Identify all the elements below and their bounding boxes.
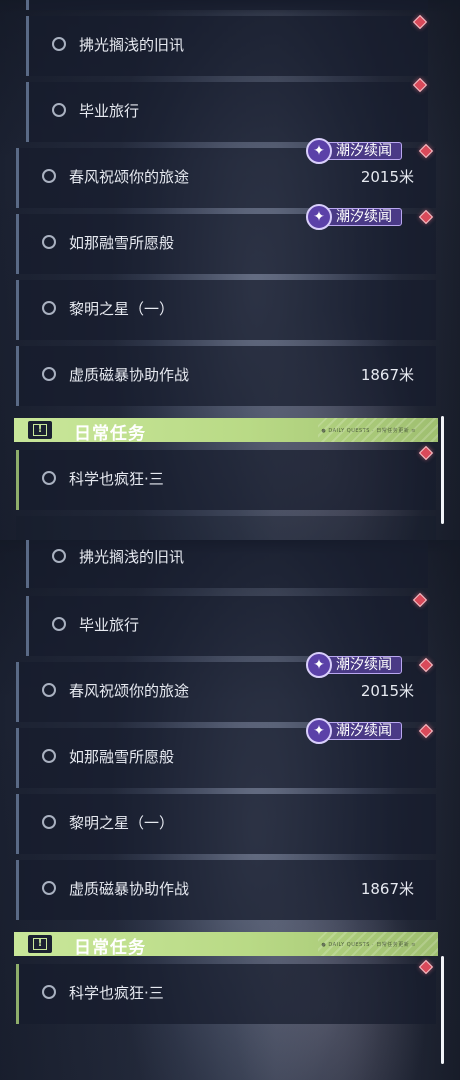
quest-list-panel-2: 拂光搁浅的旧讯 毕业旅行 春风祝颂你的旅途 2015米 如那融雪所愿般 黎明之星… bbox=[0, 540, 460, 1080]
quest-name: 毕业旅行 bbox=[79, 616, 140, 634]
quest-card-2[interactable]: 毕业旅行 bbox=[26, 82, 428, 142]
quest-card-partial-bottom bbox=[16, 516, 436, 540]
quest-card-5[interactable]: 黎明之星（一） bbox=[16, 280, 436, 340]
badge-label: 潮汐续闻 bbox=[336, 723, 392, 739]
tide-badge: ✦ 潮汐续闻 bbox=[306, 138, 404, 164]
tide-badge-icon: ✦ bbox=[306, 652, 332, 678]
quest-card-1[interactable]: 拂光搁浅的旧讯 bbox=[26, 16, 428, 76]
exclamation-box-icon: ! bbox=[28, 935, 52, 953]
scrollbar[interactable] bbox=[441, 956, 444, 1064]
circle-icon bbox=[42, 301, 56, 315]
quest-name: 拂光搁浅的旧讯 bbox=[79, 36, 185, 54]
quest-card-6[interactable]: 虚质磁暴协助作战 1867米 bbox=[16, 860, 436, 920]
tide-badge-icon: ✦ bbox=[306, 138, 332, 164]
quest-name: 虚质磁暴协助作战 bbox=[69, 366, 190, 384]
quest-card-5[interactable]: 黎明之星（一） bbox=[16, 794, 436, 854]
quest-name: 毕业旅行 bbox=[79, 102, 140, 120]
quest-name: 拂光搁浅的旧讯 bbox=[79, 548, 185, 566]
quest-name: 黎明之星（一） bbox=[69, 300, 175, 318]
quest-name: 春风祝颂你的旅途 bbox=[69, 682, 190, 700]
circle-icon bbox=[42, 169, 56, 183]
circle-icon bbox=[42, 815, 56, 829]
circle-icon bbox=[52, 37, 66, 51]
quest-name: 黎明之星（一） bbox=[69, 814, 175, 832]
circle-icon bbox=[42, 367, 56, 381]
daily-quests-title: 日常任务 bbox=[74, 938, 146, 958]
tide-badge: ✦ 潮汐续闻 bbox=[306, 652, 404, 678]
tide-badge-icon: ✦ bbox=[306, 204, 332, 230]
circle-icon bbox=[52, 103, 66, 117]
quest-card-6[interactable]: 虚质磁暴协助作战 1867米 bbox=[16, 346, 436, 406]
exclamation-box-icon: ! bbox=[28, 421, 52, 439]
circle-icon bbox=[52, 549, 66, 563]
tide-badge-icon: ✦ bbox=[306, 718, 332, 744]
daily-quest-card-1[interactable]: 科学也疯狂·三 bbox=[16, 450, 436, 510]
quest-distance: 1867米 bbox=[360, 880, 414, 898]
quest-card-partial[interactable] bbox=[26, 0, 428, 10]
quest-name: 科学也疯狂·三 bbox=[69, 470, 164, 488]
circle-icon bbox=[42, 985, 56, 999]
scrollbar[interactable] bbox=[441, 416, 444, 524]
badge-label: 潮汐续闻 bbox=[336, 657, 392, 673]
badge-label: 潮汐续闻 bbox=[336, 209, 392, 225]
daily-quests-title: 日常任务 bbox=[74, 424, 146, 444]
circle-icon bbox=[42, 683, 56, 697]
circle-icon bbox=[42, 235, 56, 249]
quest-list-panel: 拂光搁浅的旧讯 毕业旅行 春风祝颂你的旅途 2015米 如那融雪所愿般 黎明之星… bbox=[0, 0, 460, 540]
quest-name: 科学也疯狂·三 bbox=[69, 984, 164, 1002]
daily-quests-tag: ● DAILY QUESTS · 日常任务更新 ≡ bbox=[321, 428, 416, 434]
daily-quest-card-1[interactable]: 科学也疯狂·三 bbox=[16, 964, 436, 1024]
quest-distance: 2015米 bbox=[360, 682, 414, 700]
circle-icon bbox=[42, 749, 56, 763]
quest-card-1[interactable]: 拂光搁浅的旧讯 bbox=[26, 540, 428, 588]
circle-icon bbox=[52, 617, 66, 631]
badge-label: 潮汐续闻 bbox=[336, 143, 392, 159]
daily-quests-header[interactable]: ! 日常任务 ● DAILY QUESTS · 日常任务更新 ≡ bbox=[14, 418, 438, 444]
daily-quests-header[interactable]: ! 日常任务 ● DAILY QUESTS · 日常任务更新 ≡ bbox=[14, 932, 438, 958]
tide-badge: ✦ 潮汐续闻 bbox=[306, 204, 404, 230]
quest-distance: 2015米 bbox=[360, 168, 414, 186]
quest-name: 虚质磁暴协助作战 bbox=[69, 880, 190, 898]
circle-icon bbox=[42, 471, 56, 485]
quest-distance: 1867米 bbox=[360, 366, 414, 384]
quest-name: 春风祝颂你的旅途 bbox=[69, 168, 190, 186]
quest-name: 如那融雪所愿般 bbox=[69, 234, 175, 252]
quest-name: 如那融雪所愿般 bbox=[69, 748, 175, 766]
circle-icon bbox=[42, 881, 56, 895]
tide-badge: ✦ 潮汐续闻 bbox=[306, 718, 404, 744]
daily-quests-tag: ● DAILY QUESTS · 日常任务更新 ≡ bbox=[321, 942, 416, 948]
quest-card-2[interactable]: 毕业旅行 bbox=[26, 596, 428, 656]
